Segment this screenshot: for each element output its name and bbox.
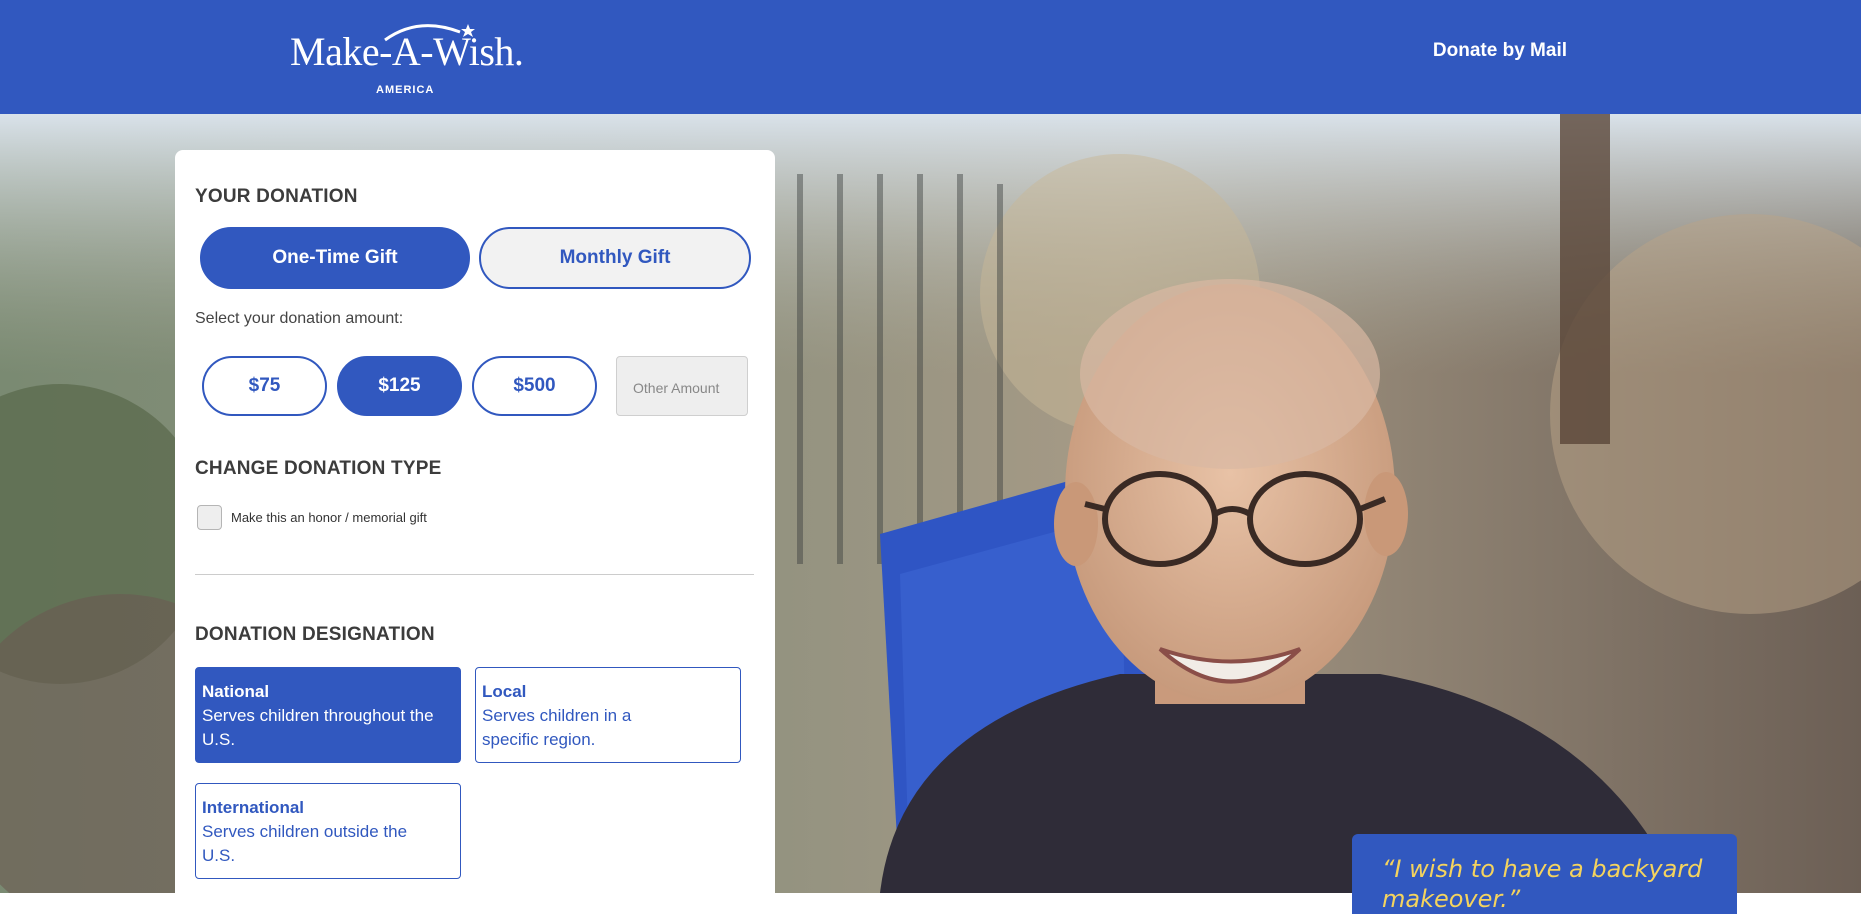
wish-quote-box: “I wish to have a backyard makeover.” [1352, 834, 1737, 914]
donation-form-panel: YOUR DONATION One-Time Gift Monthly Gift… [175, 150, 775, 910]
designation-national-name: National [202, 682, 270, 701]
designation-local-card[interactable]: Local Serves children in a specific regi… [475, 667, 741, 763]
amount-500-button[interactable]: $500 [472, 356, 597, 416]
designation-international-description: Serves children outside the U.S. [202, 822, 408, 865]
site-header: Make-A-Wish. AMERICA Donate by Mail [0, 0, 1861, 114]
designation-local-description: Serves children in a specific region. [482, 706, 632, 749]
honor-memorial-checkbox[interactable] [197, 505, 222, 530]
designation-national-description: Serves children throughout the U.S. [202, 706, 434, 749]
amount-75-button[interactable]: $75 [202, 356, 327, 416]
change-donation-type-heading: CHANGE DONATION TYPE [195, 458, 442, 479]
make-a-wish-logo[interactable]: Make-A-Wish. AMERICA [290, 18, 524, 98]
designation-international-name: International [202, 798, 305, 817]
your-donation-heading: YOUR DONATION [195, 186, 358, 207]
logo-wordmark: Make-A-Wish. [290, 29, 524, 74]
section-divider [195, 574, 754, 575]
designation-local-name: Local [482, 682, 527, 701]
honor-memorial-label: Make this an honor / memorial gift [231, 510, 427, 525]
donation-designation-heading: DONATION DESIGNATION [195, 624, 435, 645]
designation-national-card[interactable]: National Serves children throughout the … [195, 667, 461, 763]
wish-quote-text: “I wish to have a backyard makeover.” [1382, 855, 1703, 913]
select-amount-label: Select your donation amount: [195, 310, 404, 327]
monthly-gift-button[interactable]: Monthly Gift [479, 227, 751, 289]
other-amount-input[interactable] [616, 356, 748, 416]
donate-by-mail-link[interactable]: Donate by Mail [1433, 40, 1567, 62]
amount-125-button[interactable]: $125 [337, 356, 462, 416]
logo-subtext: AMERICA [376, 84, 435, 96]
designation-international-card[interactable]: International Serves children outside th… [195, 783, 461, 879]
one-time-gift-button[interactable]: One-Time Gift [200, 227, 470, 289]
